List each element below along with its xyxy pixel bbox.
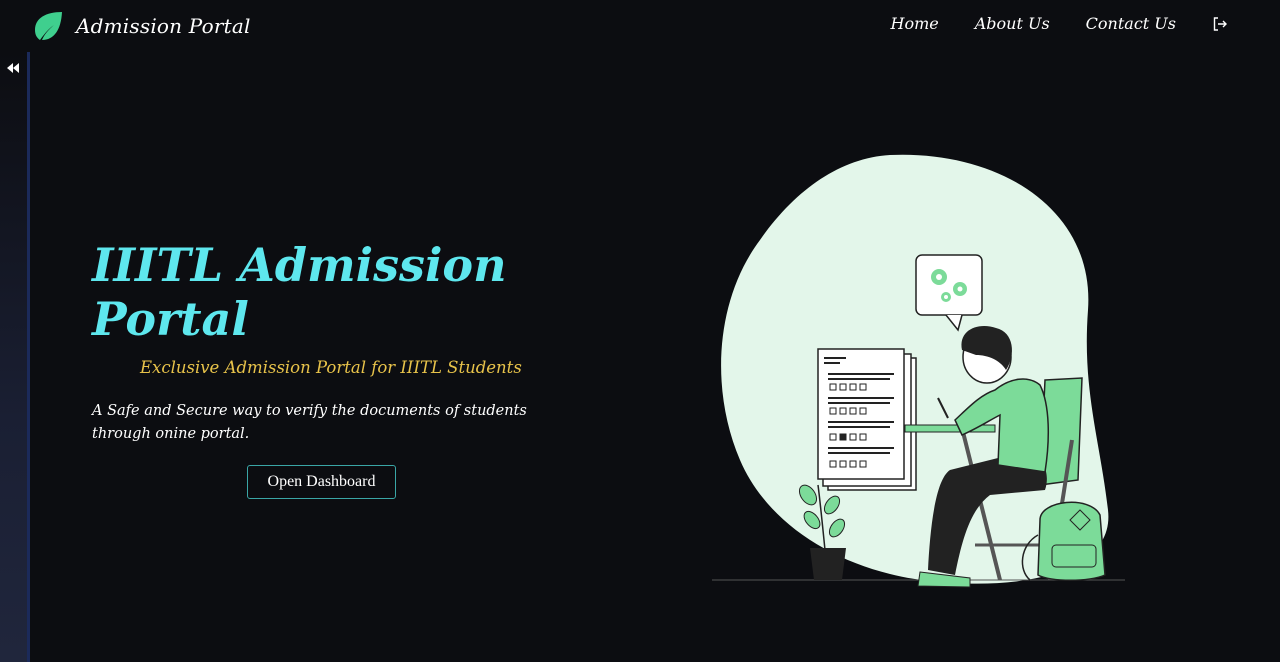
sidebar (0, 52, 30, 662)
navbar: Admission Portal Home About Us Contact U… (0, 0, 1280, 52)
double-chevron-left-icon[interactable] (6, 62, 20, 74)
leaf-logo-icon (35, 12, 62, 40)
nav-links: Home About Us Contact Us (890, 14, 1228, 33)
checklist-documents (817, 348, 917, 491)
hero-description: A Safe and Secure way to verify the docu… (92, 403, 527, 442)
nav-link-home[interactable]: Home (890, 14, 938, 33)
brand-title: Admission Portal (76, 14, 251, 38)
hero-subtitle: Exclusive Admission Portal for IIITL Stu… (140, 358, 522, 377)
open-dashboard-button[interactable]: Open Dashboard (247, 465, 396, 499)
brand[interactable]: Admission Portal (32, 10, 251, 42)
nav-link-contact-us[interactable]: Contact Us (1086, 14, 1176, 33)
hero-title: IIITL Admission Portal (92, 238, 507, 346)
nav-link-about-us[interactable]: About Us (975, 14, 1050, 33)
student-illustration (712, 154, 1125, 588)
sign-out-icon[interactable] (1212, 16, 1228, 32)
